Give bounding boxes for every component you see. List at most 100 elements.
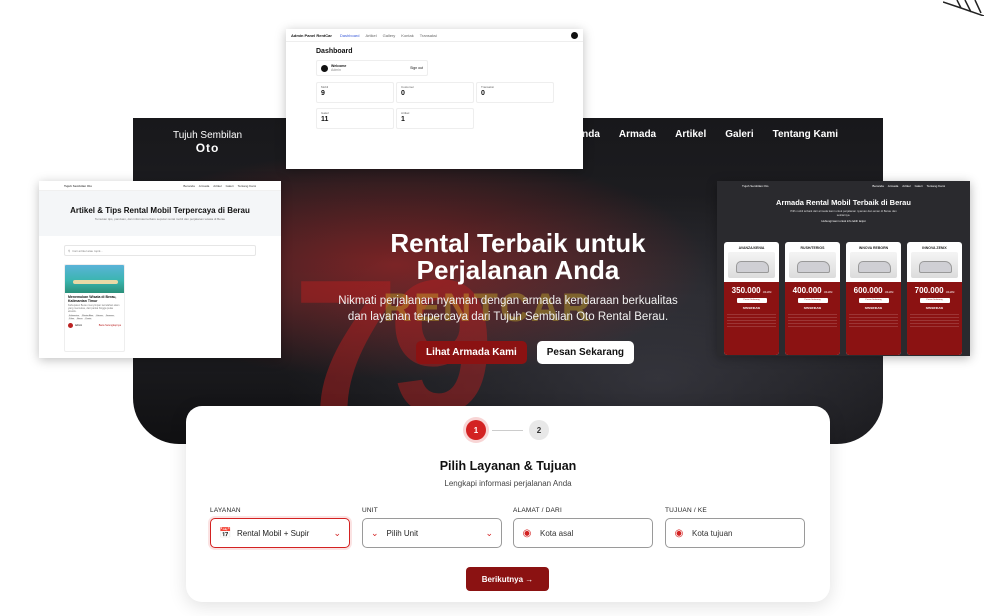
tag[interactable]: Berau (76, 318, 84, 320)
car-spec-rows (724, 310, 779, 327)
unit-select[interactable]: ⌄ Pilih Unit ⌄ (362, 518, 502, 548)
article-nav-tentang[interactable]: Tentang Kami (238, 184, 256, 188)
article-topbar: Tujuh Sembilan Oto Beranda Armada Artike… (39, 181, 281, 191)
admin-nav-gallery[interactable]: Gallery (383, 33, 396, 38)
unit-label: UNIT (362, 507, 378, 514)
origin-label: ALAMAT / DARI (513, 507, 562, 514)
service-value: Rental Mobil + Supir (237, 528, 310, 538)
location-pin-icon: ◉ (522, 527, 532, 539)
tag[interactable]: Liburan (95, 315, 104, 317)
signout-button[interactable]: Sign out (410, 66, 423, 70)
origin-field: ALAMAT / DARI ◉ Kota asal (513, 507, 653, 548)
article-nav-galeri[interactable]: Galeri (226, 184, 234, 188)
next-button[interactable]: Berikutnya → (466, 567, 549, 591)
car-order-button[interactable]: Pesan Sekarang (858, 298, 889, 303)
article-page-subtitle: Temukan tips, panduan, dan informasi ter… (94, 217, 226, 221)
unit-value: Pilih Unit (386, 528, 419, 538)
step-indicator: 1 2 (466, 420, 549, 440)
booking-subtitle: Lengkapi informasi perjalanan Anda (444, 479, 572, 488)
fleet-logo[interactable]: Tujuh Sembilan Oto (742, 184, 768, 188)
dashboard-heading: Dashboard (316, 48, 353, 55)
article-header: Artikel & Tips Rental Mobil Terpercaya d… (39, 191, 281, 236)
fleet-nav-armada[interactable]: Armada (888, 184, 899, 188)
author-name: Admin (75, 324, 83, 327)
tag[interactable]: Kalimantan (68, 315, 81, 317)
nav-artikel[interactable]: Artikel (675, 129, 706, 140)
view-fleet-button[interactable]: Lihat Armada Kami (416, 341, 527, 364)
article-logo[interactable]: Tujuh Sembilan Oto (64, 184, 92, 188)
fleet-nav-artikel[interactable]: Artikel (902, 184, 910, 188)
article-card[interactable]: Menemukan Wisata di Berau, Kalimantan Ti… (64, 264, 125, 352)
car-card-rush[interactable]: RUSH/TERIOS 400.000 /24JAM Pesan Sekaran… (785, 242, 840, 355)
article-nav-armada[interactable]: Armada (199, 184, 210, 188)
calendar-icon: 📅 (219, 527, 232, 539)
author-avatar (68, 323, 73, 328)
car-image (789, 252, 836, 278)
car-price-unit: /24JAM (945, 291, 955, 294)
fleet-nav-beranda[interactable]: Beranda (872, 184, 883, 188)
nav-tentang-kami[interactable]: Tentang Kami (773, 129, 838, 140)
avatar (321, 64, 328, 72)
article-image (65, 265, 124, 293)
search-icon: ⚲ (68, 248, 71, 253)
car-order-button[interactable]: Pesan Sekarang (736, 298, 767, 303)
destination-input[interactable]: ◉ Kota tujuan (665, 518, 805, 548)
fleet-nav: Beranda Armada Artikel Galeri Tentang Ka… (872, 184, 945, 188)
nav-galeri[interactable]: Galeri (725, 129, 753, 140)
welcome-role: Admin (331, 68, 341, 72)
fleet-page-preview: Tujuh Sembilan Oto Beranda Armada Artike… (717, 181, 970, 356)
service-label: LAYANAN (210, 507, 241, 514)
article-search-input[interactable]: ⚲ Cari artikel atau topik... (64, 245, 256, 256)
admin-nav-kontak[interactable]: Kontak (401, 33, 413, 38)
logo-line2: Oto (195, 141, 220, 155)
admin-nav-transaksi[interactable]: Transaksi (420, 33, 437, 38)
stat-card-transaksi: Transaksi 0 (476, 82, 554, 103)
car-price-panel: 350.000 /24JAM Pesan Sekarang SPESIFIKAS… (724, 282, 779, 355)
booking-form: 1 2 Pilih Layanan & Tujuan Lengkapi info… (186, 406, 830, 602)
car-card-innova-zenix[interactable]: INNOVA ZENIX 700.000 /24JAM Pesan Sekara… (907, 242, 962, 355)
tag[interactable]: Pantai (84, 318, 93, 320)
site-logo[interactable]: Tujuh Sembilan Oto (173, 130, 242, 155)
admin-brand: Admin Panel RentCar (291, 32, 332, 38)
service-select[interactable]: 📅 Rental Mobil + Supir ⌄ (210, 518, 350, 548)
tag[interactable]: Derawan (104, 315, 115, 317)
main-nav: Beranda Armada Artikel Galeri Tentang Ka… (560, 129, 838, 140)
admin-nav: Dashboard Artikel Gallery Kontak Transak… (340, 33, 437, 38)
step-2: 2 (529, 420, 549, 440)
stat-card-customer: Customer 0 (396, 82, 474, 103)
origin-input[interactable]: ◉ Kota asal (513, 518, 653, 548)
car-order-button[interactable]: Pesan Sekarang (919, 298, 950, 303)
hero-buttons: Lihat Armada Kami Pesan Sekarang (416, 341, 635, 364)
chevron-down-icon: ⌄ (333, 527, 341, 538)
article-card-excerpt: Kabupaten Berau menyimpan keindahan alam… (68, 304, 120, 313)
admin-nav-artikel[interactable]: Artikel (365, 33, 376, 38)
step-connector (492, 429, 523, 431)
fleet-nav-galeri[interactable]: Galeri (915, 184, 923, 188)
tag[interactable]: Pulau (68, 318, 76, 320)
car-price-unit: /24JAM (823, 291, 833, 294)
car-price: 400.000 (792, 286, 822, 295)
car-image (728, 252, 775, 278)
car-name: RUSH/TERIOS (800, 246, 825, 250)
fleet-nav-tentang[interactable]: Tentang Kami (927, 184, 945, 188)
car-card-avanza[interactable]: AVANZA/XENIA 350.000 /24JAM Pesan Sekara… (724, 242, 779, 355)
destination-label: TUJUAN / KE (665, 507, 707, 514)
read-more-link[interactable]: Baca Selengkapnya (99, 324, 121, 327)
unit-field: UNIT ⌄ Pilih Unit ⌄ (362, 507, 502, 548)
nav-armada[interactable]: Armada (619, 129, 656, 140)
user-avatar[interactable] (571, 31, 578, 39)
stat-value: 0 (401, 90, 405, 97)
car-card-innova-reborn[interactable]: INNOVA REBORN 600.000 /24JAM Pesan Sekar… (846, 242, 901, 355)
admin-nav-dashboard[interactable]: Dashboard (340, 33, 360, 38)
car-price-unit: /24JAM (884, 291, 894, 294)
fleet-description: Pilih mobil terbaik dari armada kami unt… (790, 209, 897, 217)
car-order-button[interactable]: Pesan Sekarang (797, 298, 828, 303)
article-card-footer: Admin Baca Selengkapnya (65, 321, 124, 330)
hero-title: Rental Terbaik untuk Perjalanan Anda (390, 228, 646, 285)
article-nav-artikel[interactable]: Artikel (213, 184, 221, 188)
article-nav-beranda[interactable]: Beranda (183, 184, 194, 188)
stat-value: 9 (321, 90, 325, 97)
tag[interactable]: Wisata Alam (81, 315, 95, 317)
order-now-button[interactable]: Pesan Sekarang (536, 341, 635, 364)
article-card-title: Menemukan Wisata di Berau, Kalimantan Ti… (68, 295, 117, 303)
